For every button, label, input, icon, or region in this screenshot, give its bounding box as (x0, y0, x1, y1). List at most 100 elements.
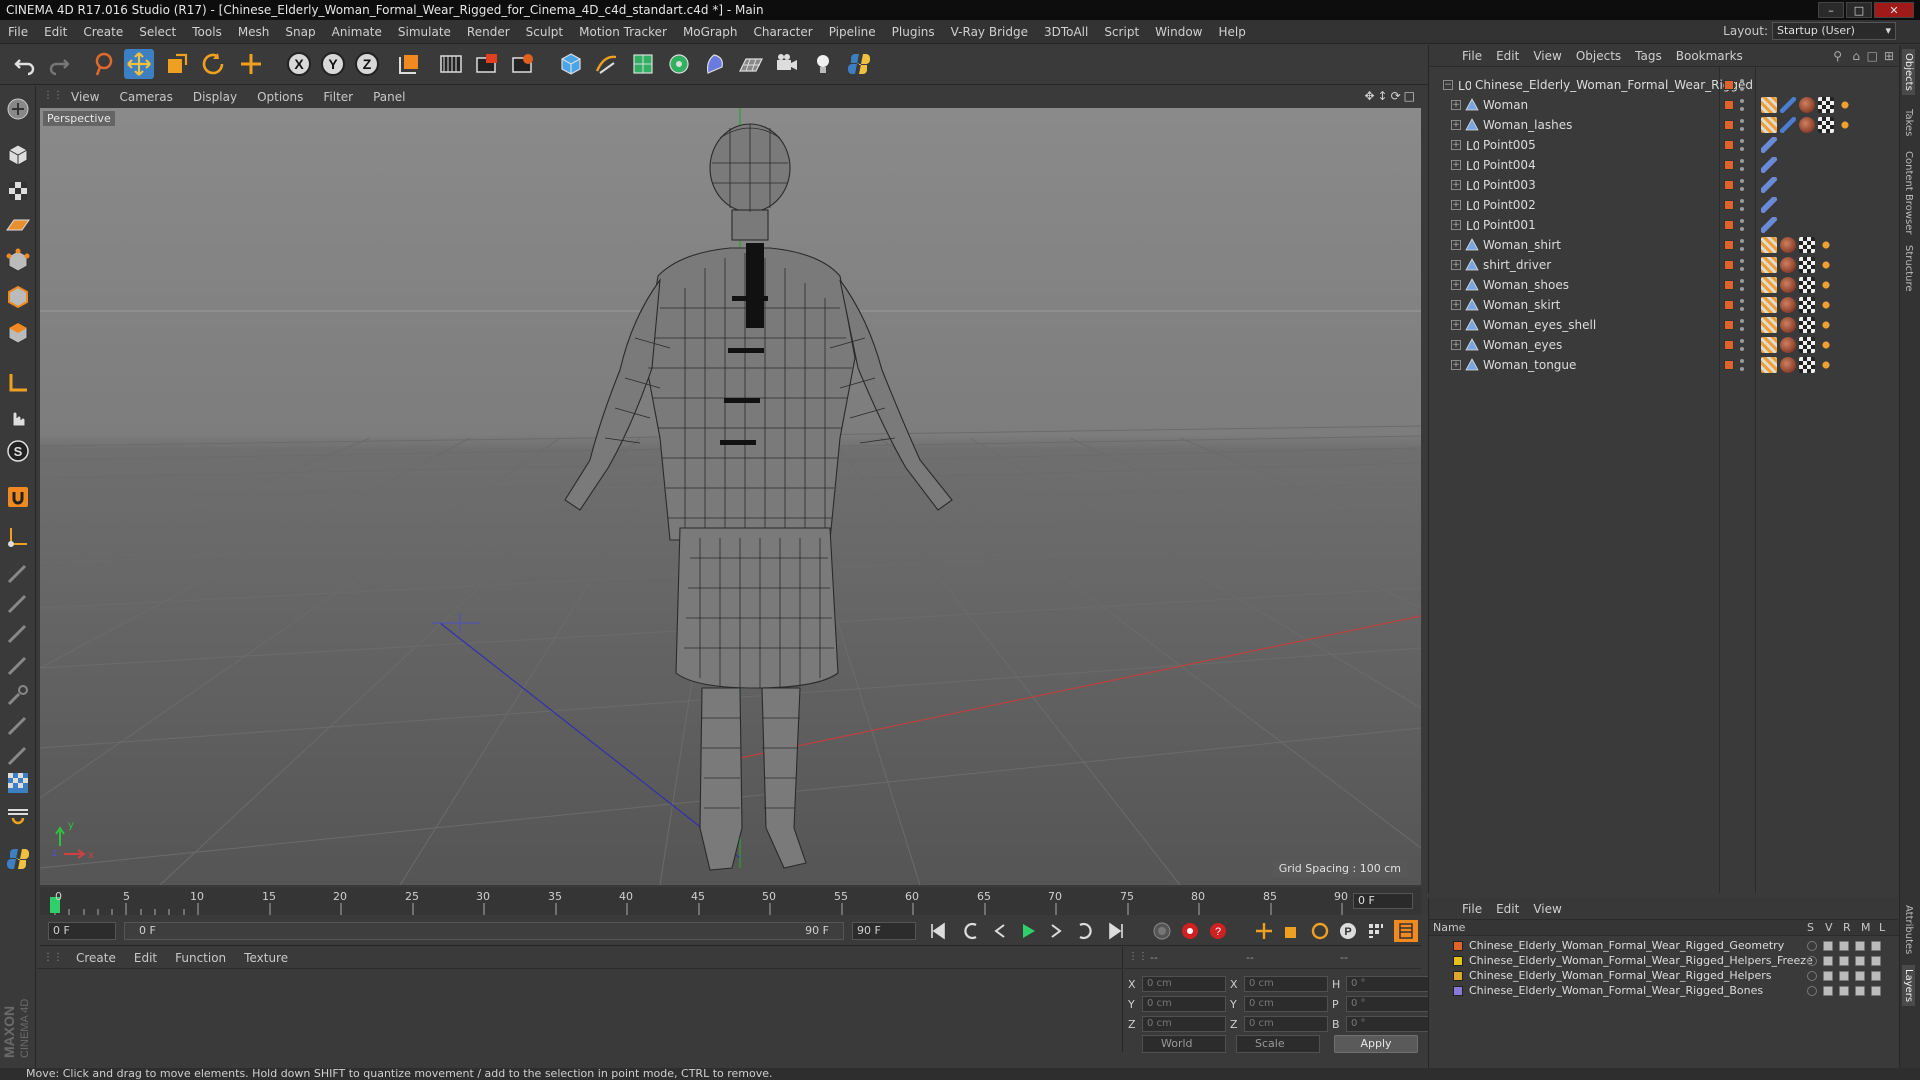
rot-p-field[interactable]: 0 ° (1346, 996, 1430, 1012)
scale-icon[interactable] (162, 49, 192, 79)
layer-color-swatch[interactable] (1724, 100, 1734, 110)
skin-tag-icon[interactable] (1761, 117, 1777, 133)
tab-content-browser[interactable]: Content Browser (1902, 147, 1915, 238)
layer-row[interactable]: Chinese_Elderly_Woman_Formal_Wear_Rigged… (1429, 938, 1899, 953)
go-to-start-icon[interactable] (926, 920, 950, 942)
previous-key-icon[interactable] (960, 920, 984, 942)
minimize-button[interactable]: – (1818, 2, 1844, 18)
cube-icon[interactable] (556, 49, 586, 79)
material-menu-create[interactable]: Create (67, 951, 125, 965)
tex-tag-icon[interactable] (1799, 317, 1815, 333)
expand-toggle-icon[interactable]: + (1451, 360, 1461, 370)
visibility-toggle[interactable] (1740, 319, 1744, 331)
menu-window[interactable]: Window (1147, 25, 1210, 39)
expand-icon[interactable]: ⊞ (1884, 49, 1894, 63)
layer-manager-toggle[interactable] (1855, 970, 1865, 981)
size-y-field[interactable]: 0 cm (1244, 996, 1328, 1012)
layer-solo-toggle[interactable] (1807, 940, 1817, 951)
layer-color-swatch[interactable] (1724, 280, 1734, 290)
object-name[interactable]: Woman_shoes (1483, 278, 1569, 292)
ik-tag-icon[interactable] (1761, 177, 1777, 193)
phong-tag-icon[interactable] (1837, 97, 1853, 113)
floor-icon[interactable] (736, 49, 766, 79)
menu-mograph[interactable]: MoGraph (675, 25, 746, 39)
tab-layers[interactable]: Layers (1902, 965, 1915, 1007)
layer-color-swatch[interactable] (1724, 200, 1734, 210)
expand-toggle-icon[interactable]: + (1451, 340, 1461, 350)
magnet-icon[interactable] (3, 482, 33, 512)
expand-toggle-icon[interactable]: + (1451, 160, 1461, 170)
expand-toggle-icon[interactable]: + (1451, 240, 1461, 250)
menu-render[interactable]: Render (459, 25, 518, 39)
skin-tag-icon[interactable] (1761, 277, 1777, 293)
coordinate-system-icon[interactable] (394, 49, 424, 79)
menu-help[interactable]: Help (1210, 25, 1253, 39)
menu-plugins[interactable]: Plugins (884, 25, 943, 39)
visibility-toggle[interactable] (1740, 219, 1744, 231)
layer-render-toggle[interactable] (1839, 985, 1849, 996)
pos-x-field[interactable]: 0 cm (1142, 976, 1226, 992)
move-plus-icon[interactable] (236, 49, 266, 79)
bind-tool-icon[interactable] (3, 740, 33, 770)
object-name[interactable]: Woman_skirt (1483, 298, 1560, 312)
object-name[interactable]: Woman_shirt (1483, 238, 1561, 252)
mat-tag-icon[interactable] (1799, 117, 1815, 133)
tweak-mode-icon[interactable] (3, 402, 33, 432)
menu-mesh[interactable]: Mesh (230, 25, 278, 39)
object-row[interactable]: + Woman_shirt (1429, 235, 1899, 255)
layer-color-swatch[interactable] (1724, 120, 1734, 130)
previous-frame-icon[interactable] (988, 920, 1012, 942)
timeline-window-icon[interactable] (1394, 920, 1418, 942)
key-point-level-icon[interactable] (1364, 920, 1388, 942)
layer-name[interactable]: Chinese_Elderly_Woman_Formal_Wear_Rigged… (1469, 954, 1813, 967)
size-mode-select[interactable]: Scale (1236, 1035, 1320, 1053)
menu-file[interactable]: File (0, 25, 36, 39)
layer-row[interactable]: Chinese_Elderly_Woman_Formal_Wear_Rigged… (1429, 953, 1899, 968)
skin-tag-icon[interactable] (1761, 357, 1777, 373)
layer-color-swatch[interactable] (1724, 220, 1734, 230)
skin-tag-icon[interactable] (1761, 237, 1777, 253)
viewport-menu-options[interactable]: Options (247, 90, 313, 104)
end-frame-field[interactable]: 90 F (852, 922, 916, 940)
expand-toggle-icon[interactable]: + (1451, 320, 1461, 330)
tex-tag-icon[interactable] (1818, 97, 1834, 113)
layer-locked-toggle[interactable] (1871, 985, 1881, 996)
viewport-menu-cameras[interactable]: Cameras (109, 90, 182, 104)
subdivision-icon[interactable] (628, 49, 658, 79)
tex-tag-icon[interactable] (1799, 277, 1815, 293)
frame-range-slider[interactable]: 0 F 90 F (124, 922, 844, 940)
layer-menu-view[interactable]: View (1526, 902, 1568, 916)
tab-takes[interactable]: Takes (1902, 105, 1915, 140)
tab-structure[interactable]: Structure (1902, 241, 1915, 296)
bone-tag-icon[interactable] (1780, 97, 1796, 113)
visibility-toggle[interactable] (1740, 339, 1744, 351)
visibility-toggle[interactable] (1740, 139, 1744, 151)
pos-y-field[interactable]: 0 cm (1142, 996, 1226, 1012)
visibility-toggle[interactable] (1740, 279, 1744, 291)
3d-viewport[interactable]: y x z Perspective Grid Spacing : 100 cm (40, 108, 1421, 885)
light-icon[interactable] (808, 49, 838, 79)
object-row[interactable]: − L0 Chinese_Elderly_Woman_Formal_Wear_Rig… (1429, 75, 1899, 95)
object-name[interactable]: Woman_tongue (1483, 358, 1576, 372)
layer-color-swatch[interactable] (1724, 340, 1734, 350)
camera-icon[interactable] (772, 49, 802, 79)
layer-name[interactable]: Chinese_Elderly_Woman_Formal_Wear_Rigged… (1469, 939, 1784, 952)
phong-tag-icon[interactable] (1818, 337, 1834, 353)
autokeying-icon[interactable] (1178, 920, 1202, 942)
texture-mode-icon[interactable] (3, 176, 33, 206)
rot-b-field[interactable]: 0 ° (1346, 1016, 1430, 1032)
object-row[interactable]: + L0 Point004 (1429, 155, 1899, 175)
expand-toggle-icon[interactable]: − (1443, 80, 1453, 90)
material-menu-edit[interactable]: Edit (125, 951, 166, 965)
object-row[interactable]: + Woman (1429, 95, 1899, 115)
layer-color-swatch[interactable] (1724, 240, 1734, 250)
move-icon[interactable] (124, 49, 154, 79)
visibility-toggle[interactable] (1740, 259, 1744, 271)
maximize-view-icon[interactable]: □ (1404, 89, 1415, 103)
brush-tool-icon[interactable] (3, 558, 33, 588)
python-icon[interactable] (844, 49, 874, 79)
script-python-icon[interactable] (3, 844, 33, 874)
tab-objects[interactable]: Objects (1902, 49, 1915, 95)
layer-color-swatch[interactable] (1724, 160, 1734, 170)
expand-toggle-icon[interactable]: + (1451, 100, 1461, 110)
